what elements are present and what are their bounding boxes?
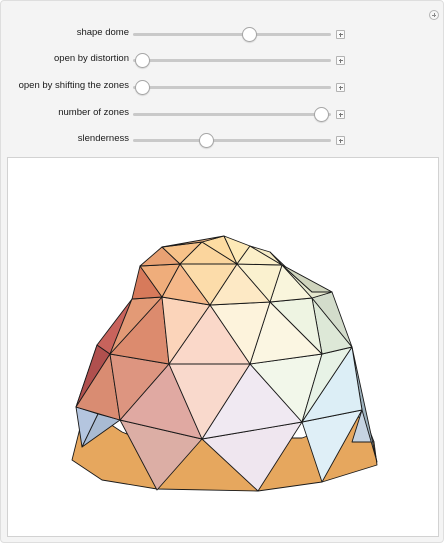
demonstration-panel: shape dome open by distortion open by sh… [0, 0, 444, 543]
control-row-slenderness: slenderness [1, 130, 444, 150]
open-by-distortion-expand-plus-icon[interactable] [336, 56, 345, 65]
number-of-zones-slider[interactable] [133, 107, 331, 122]
shape-dome-slider[interactable] [133, 27, 331, 42]
open-by-distortion-slider-thumb[interactable] [135, 53, 151, 68]
open-by-distortion-slider[interactable] [133, 53, 331, 68]
slenderness-label: slenderness [77, 133, 129, 144]
geodesic-dome-plot[interactable] [8, 158, 438, 536]
shape-dome-slider-thumb[interactable] [242, 27, 258, 42]
shape-dome-expand-plus-icon[interactable] [336, 30, 345, 39]
control-row-open-by-shifting-zones: open by shifting the zones [1, 77, 444, 97]
dome-graphic-area[interactable] [7, 157, 439, 537]
shape-dome-label: shape dome [76, 27, 129, 38]
number-of-zones-expand-plus-icon[interactable] [336, 110, 345, 119]
slenderness-slider-thumb[interactable] [198, 133, 214, 148]
open-by-shifting-zones-slider-thumb[interactable] [135, 80, 151, 95]
panel-options-plus-icon[interactable] [429, 10, 439, 20]
slenderness-expand-plus-icon[interactable] [336, 136, 345, 145]
control-row-open-by-distortion: open by distortion [1, 50, 444, 70]
open-by-shifting-zones-label: open by shifting the zones [18, 80, 129, 91]
open-by-shifting-zones-slider[interactable] [133, 80, 331, 95]
number-of-zones-label: number of zones [58, 107, 129, 118]
open-by-shifting-zones-expand-plus-icon[interactable] [336, 83, 345, 92]
control-row-number-of-zones: number of zones [1, 104, 444, 124]
control-row-shape-dome: shape dome [1, 24, 444, 44]
number-of-zones-slider-thumb[interactable] [313, 107, 329, 122]
slenderness-slider[interactable] [133, 133, 331, 148]
open-by-distortion-label: open by distortion [54, 53, 129, 64]
